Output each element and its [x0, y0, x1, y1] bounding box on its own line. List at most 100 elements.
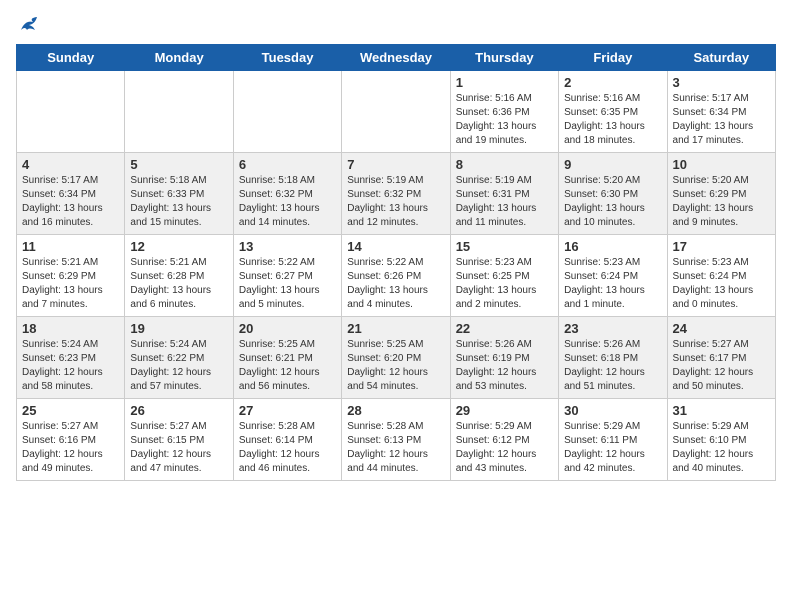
day-number: 24: [673, 321, 770, 336]
calendar-cell: [125, 71, 233, 153]
calendar-cell: 12 Sunrise: 5:21 AM Sunset: 6:28 PM Dayli…: [125, 235, 233, 317]
day-detail: Sunrise: 5:22 AM Sunset: 6:27 PM Dayligh…: [239, 256, 336, 312]
day-detail: Sunrise: 5:29 AM Sunset: 6:11 PM Dayligh…: [564, 420, 661, 476]
day-detail: Sunrise: 5:23 AM Sunset: 6:24 PM Dayligh…: [673, 256, 770, 312]
day-number: 18: [22, 321, 119, 336]
day-number: 22: [456, 321, 553, 336]
calendar-cell: 20 Sunrise: 5:25 AM Sunset: 6:21 PM Dayli…: [233, 317, 341, 399]
calendar-cell: 26Sunrise: 5:27 AM Sunset: 6:15 PM Dayli…: [125, 399, 233, 481]
calendar-cell: 22 Sunrise: 5:26 AM Sunset: 6:19 PM Dayli…: [450, 317, 558, 399]
day-detail: Sunrise: 5:27 AM Sunset: 6:15 PM Dayligh…: [130, 420, 227, 476]
calendar-cell: 28 Sunrise: 5:28 AM Sunset: 6:13 PM Dayli…: [342, 399, 450, 481]
day-detail: Sunrise: 5:27 AM Sunset: 6:16 PM Dayligh…: [22, 420, 119, 476]
day-number: 8: [456, 157, 553, 172]
day-number: 7: [347, 157, 444, 172]
day-number: 27: [239, 403, 336, 418]
calendar-cell: 10 Sunrise: 5:20 AM Sunset: 6:29 PM Dayli…: [667, 153, 775, 235]
calendar-cell: 13 Sunrise: 5:22 AM Sunset: 6:27 PM Dayli…: [233, 235, 341, 317]
weekday-header-row: SundayMondayTuesdayWednesdayThursdayFrid…: [17, 45, 776, 71]
logo-bird-icon: [19, 16, 41, 36]
day-detail: Sunrise: 5:28 AM Sunset: 6:13 PM Dayligh…: [347, 420, 444, 476]
calendar-cell: 16Sunrise: 5:23 AM Sunset: 6:24 PM Dayli…: [559, 235, 667, 317]
day-detail: Sunrise: 5:20 AM Sunset: 6:29 PM Dayligh…: [673, 174, 770, 230]
calendar-cell: 19 Sunrise: 5:24 AM Sunset: 6:22 PM Dayli…: [125, 317, 233, 399]
calendar-cell: 8 Sunrise: 5:19 AM Sunset: 6:31 PM Daylig…: [450, 153, 558, 235]
calendar-cell: 24Sunrise: 5:27 AM Sunset: 6:17 PM Dayli…: [667, 317, 775, 399]
calendar-cell: 9 Sunrise: 5:20 AM Sunset: 6:30 PM Daylig…: [559, 153, 667, 235]
logo: [16, 16, 42, 32]
day-number: 3: [673, 75, 770, 90]
day-detail: Sunrise: 5:25 AM Sunset: 6:20 PM Dayligh…: [347, 338, 444, 394]
calendar-cell: 1Sunrise: 5:16 AM Sunset: 6:36 PM Daylig…: [450, 71, 558, 153]
day-detail: Sunrise: 5:17 AM Sunset: 6:34 PM Dayligh…: [673, 92, 770, 148]
day-detail: Sunrise: 5:22 AM Sunset: 6:26 PM Dayligh…: [347, 256, 444, 312]
calendar-cell: [17, 71, 125, 153]
weekday-header-monday: Monday: [125, 45, 233, 71]
calendar-cell: 21 Sunrise: 5:25 AM Sunset: 6:20 PM Dayli…: [342, 317, 450, 399]
day-number: 29: [456, 403, 553, 418]
day-detail: Sunrise: 5:18 AM Sunset: 6:32 PM Dayligh…: [239, 174, 336, 230]
day-detail: Sunrise: 5:20 AM Sunset: 6:30 PM Dayligh…: [564, 174, 661, 230]
weekday-header-sunday: Sunday: [17, 45, 125, 71]
calendar-cell: 11 Sunrise: 5:21 AM Sunset: 6:29 PM Dayli…: [17, 235, 125, 317]
day-detail: Sunrise: 5:26 AM Sunset: 6:19 PM Dayligh…: [456, 338, 553, 394]
day-detail: Sunrise: 5:21 AM Sunset: 6:28 PM Dayligh…: [130, 256, 227, 312]
calendar-week-row: 4 Sunrise: 5:17 AM Sunset: 6:34 PM Daylig…: [17, 153, 776, 235]
calendar-week-row: 25 Sunrise: 5:27 AM Sunset: 6:16 PM Dayli…: [17, 399, 776, 481]
day-detail: Sunrise: 5:29 AM Sunset: 6:10 PM Dayligh…: [673, 420, 770, 476]
weekday-header-friday: Friday: [559, 45, 667, 71]
day-number: 20: [239, 321, 336, 336]
weekday-header-thursday: Thursday: [450, 45, 558, 71]
calendar-cell: 25 Sunrise: 5:27 AM Sunset: 6:16 PM Dayli…: [17, 399, 125, 481]
day-number: 9: [564, 157, 661, 172]
page-header: [16, 16, 776, 32]
day-number: 16: [564, 239, 661, 254]
day-detail: Sunrise: 5:23 AM Sunset: 6:25 PM Dayligh…: [456, 256, 553, 312]
day-number: 4: [22, 157, 119, 172]
calendar-cell: 14 Sunrise: 5:22 AM Sunset: 6:26 PM Dayli…: [342, 235, 450, 317]
day-number: 15: [456, 239, 553, 254]
day-detail: Sunrise: 5:25 AM Sunset: 6:21 PM Dayligh…: [239, 338, 336, 394]
day-number: 13: [239, 239, 336, 254]
day-detail: Sunrise: 5:29 AM Sunset: 6:12 PM Dayligh…: [456, 420, 553, 476]
calendar-cell: 3 Sunrise: 5:17 AM Sunset: 6:34 PM Daylig…: [667, 71, 775, 153]
weekday-header-saturday: Saturday: [667, 45, 775, 71]
day-detail: Sunrise: 5:21 AM Sunset: 6:29 PM Dayligh…: [22, 256, 119, 312]
day-detail: Sunrise: 5:19 AM Sunset: 6:31 PM Dayligh…: [456, 174, 553, 230]
day-detail: Sunrise: 5:24 AM Sunset: 6:22 PM Dayligh…: [130, 338, 227, 394]
calendar-week-row: 11 Sunrise: 5:21 AM Sunset: 6:29 PM Dayli…: [17, 235, 776, 317]
calendar-cell: 5Sunrise: 5:18 AM Sunset: 6:33 PM Daylig…: [125, 153, 233, 235]
calendar-week-row: 1Sunrise: 5:16 AM Sunset: 6:36 PM Daylig…: [17, 71, 776, 153]
calendar-table: SundayMondayTuesdayWednesdayThursdayFrid…: [16, 44, 776, 481]
calendar-cell: 7Sunrise: 5:19 AM Sunset: 6:32 PM Daylig…: [342, 153, 450, 235]
calendar-cell: 23Sunrise: 5:26 AM Sunset: 6:18 PM Dayli…: [559, 317, 667, 399]
weekday-header-tuesday: Tuesday: [233, 45, 341, 71]
calendar-cell: 17 Sunrise: 5:23 AM Sunset: 6:24 PM Dayli…: [667, 235, 775, 317]
day-number: 31: [673, 403, 770, 418]
day-detail: Sunrise: 5:24 AM Sunset: 6:23 PM Dayligh…: [22, 338, 119, 394]
day-number: 11: [22, 239, 119, 254]
day-number: 30: [564, 403, 661, 418]
calendar-cell: 29 Sunrise: 5:29 AM Sunset: 6:12 PM Dayli…: [450, 399, 558, 481]
calendar-cell: 30 Sunrise: 5:29 AM Sunset: 6:11 PM Dayli…: [559, 399, 667, 481]
calendar-cell: 31 Sunrise: 5:29 AM Sunset: 6:10 PM Dayli…: [667, 399, 775, 481]
calendar-cell: 2Sunrise: 5:16 AM Sunset: 6:35 PM Daylig…: [559, 71, 667, 153]
calendar-cell: 4 Sunrise: 5:17 AM Sunset: 6:34 PM Daylig…: [17, 153, 125, 235]
day-number: 12: [130, 239, 227, 254]
day-number: 10: [673, 157, 770, 172]
day-number: 14: [347, 239, 444, 254]
day-number: 5: [130, 157, 227, 172]
day-number: 28: [347, 403, 444, 418]
day-number: 17: [673, 239, 770, 254]
day-number: 1: [456, 75, 553, 90]
day-detail: Sunrise: 5:17 AM Sunset: 6:34 PM Dayligh…: [22, 174, 119, 230]
calendar-cell: 15 Sunrise: 5:23 AM Sunset: 6:25 PM Dayli…: [450, 235, 558, 317]
day-number: 21: [347, 321, 444, 336]
calendar-cell: [233, 71, 341, 153]
day-detail: Sunrise: 5:26 AM Sunset: 6:18 PM Dayligh…: [564, 338, 661, 394]
calendar-cell: 18 Sunrise: 5:24 AM Sunset: 6:23 PM Dayli…: [17, 317, 125, 399]
weekday-header-wednesday: Wednesday: [342, 45, 450, 71]
day-number: 19: [130, 321, 227, 336]
calendar-week-row: 18 Sunrise: 5:24 AM Sunset: 6:23 PM Dayli…: [17, 317, 776, 399]
day-number: 25: [22, 403, 119, 418]
